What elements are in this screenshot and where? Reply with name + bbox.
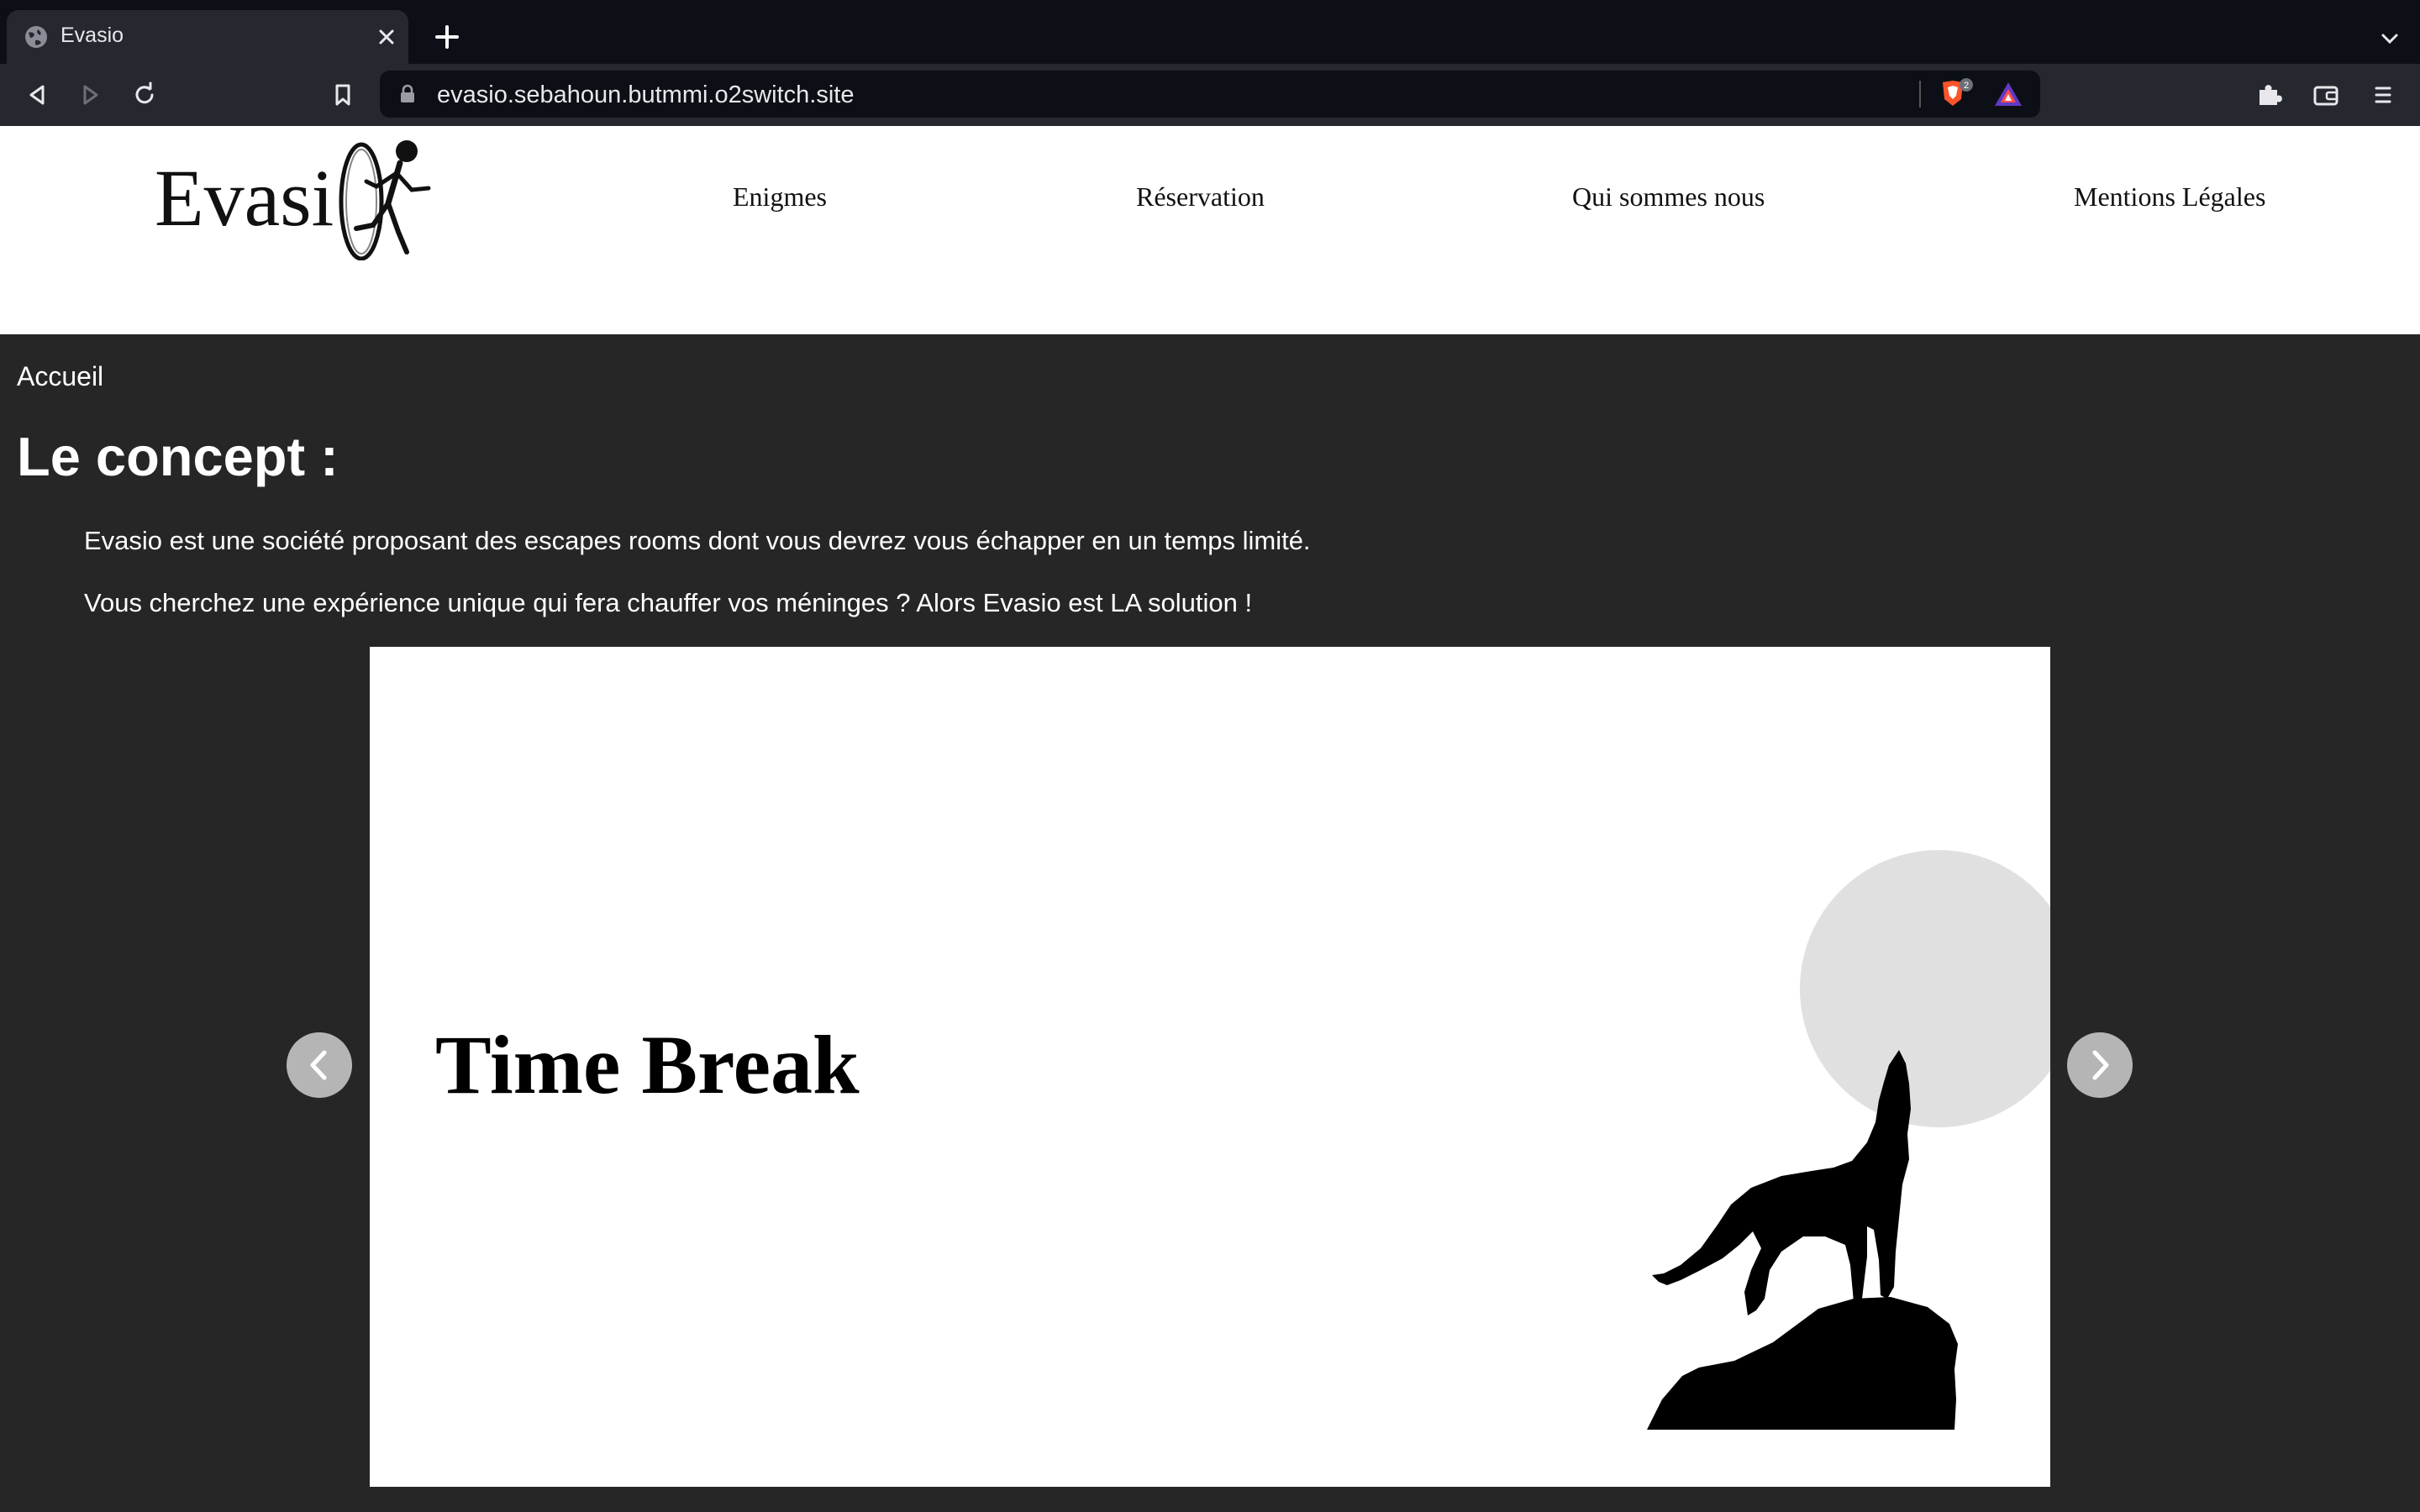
chevron-left-icon bbox=[310, 1050, 327, 1080]
address-bar[interactable]: evasio.sebahoun.butmmi.o2switch.site 2 bbox=[380, 71, 2040, 118]
browser-toolbar: evasio.sebahoun.butmmi.o2switch.site 2 bbox=[0, 64, 2420, 126]
shield-badge: 2 bbox=[1964, 81, 1969, 91]
brave-shield-icon[interactable]: 2 bbox=[1938, 77, 1975, 111]
chevron-right-icon bbox=[2092, 1050, 2109, 1080]
close-icon[interactable] bbox=[373, 24, 400, 50]
running-figure-icon bbox=[339, 140, 431, 260]
nav-qui-sommes-nous[interactable]: Qui sommes nous bbox=[1572, 181, 1765, 213]
intro-paragraph: Evasio est une société proposant des esc… bbox=[84, 526, 1311, 555]
logo-text: Evasi bbox=[155, 153, 334, 243]
intro-paragraph: Vous cherchez une expérience unique qui … bbox=[84, 588, 1253, 617]
breadcrumb: Accueil bbox=[17, 361, 104, 391]
back-icon[interactable] bbox=[20, 78, 54, 112]
reload-icon[interactable] bbox=[128, 78, 161, 112]
lock-icon bbox=[401, 84, 414, 102]
site-header: Evasi Enigmes Réservation Qui sommes nou… bbox=[0, 126, 2420, 334]
hamburger-icon[interactable] bbox=[2366, 78, 2400, 112]
carousel-slide: Time Break bbox=[370, 647, 2050, 1487]
page-title: Le concept : bbox=[17, 426, 339, 487]
tab-title: Evasio bbox=[60, 24, 124, 47]
omnibox-divider bbox=[1919, 81, 1921, 108]
bookmark-icon[interactable] bbox=[326, 78, 360, 112]
site-logo[interactable]: Evasi bbox=[155, 131, 432, 260]
chevron-down-icon[interactable] bbox=[2378, 27, 2402, 50]
carousel-prev-button[interactable] bbox=[287, 1032, 352, 1098]
howling-wolf-icon bbox=[1647, 1050, 1958, 1430]
nav-reservation[interactable]: Réservation bbox=[1136, 181, 1265, 213]
wallet-icon[interactable] bbox=[2309, 78, 2343, 112]
browser-tab-bar: Evasio bbox=[0, 0, 2420, 64]
nav-mentions-legales[interactable]: Mentions Légales bbox=[2074, 181, 2265, 213]
browser-tab[interactable]: Evasio bbox=[7, 10, 408, 64]
carousel-next-button[interactable] bbox=[2067, 1032, 2133, 1098]
url-text[interactable]: evasio.sebahoun.butmmi.o2switch.site bbox=[437, 81, 854, 109]
brave-rewards-icon[interactable] bbox=[1991, 79, 2025, 109]
slide-title: Time Break bbox=[435, 1018, 860, 1111]
globe-icon bbox=[25, 26, 47, 48]
plus-icon[interactable] bbox=[432, 22, 462, 52]
puzzle-icon[interactable] bbox=[2252, 78, 2286, 112]
forward-icon[interactable] bbox=[74, 78, 108, 112]
nav-enigmes[interactable]: Enigmes bbox=[733, 181, 827, 213]
